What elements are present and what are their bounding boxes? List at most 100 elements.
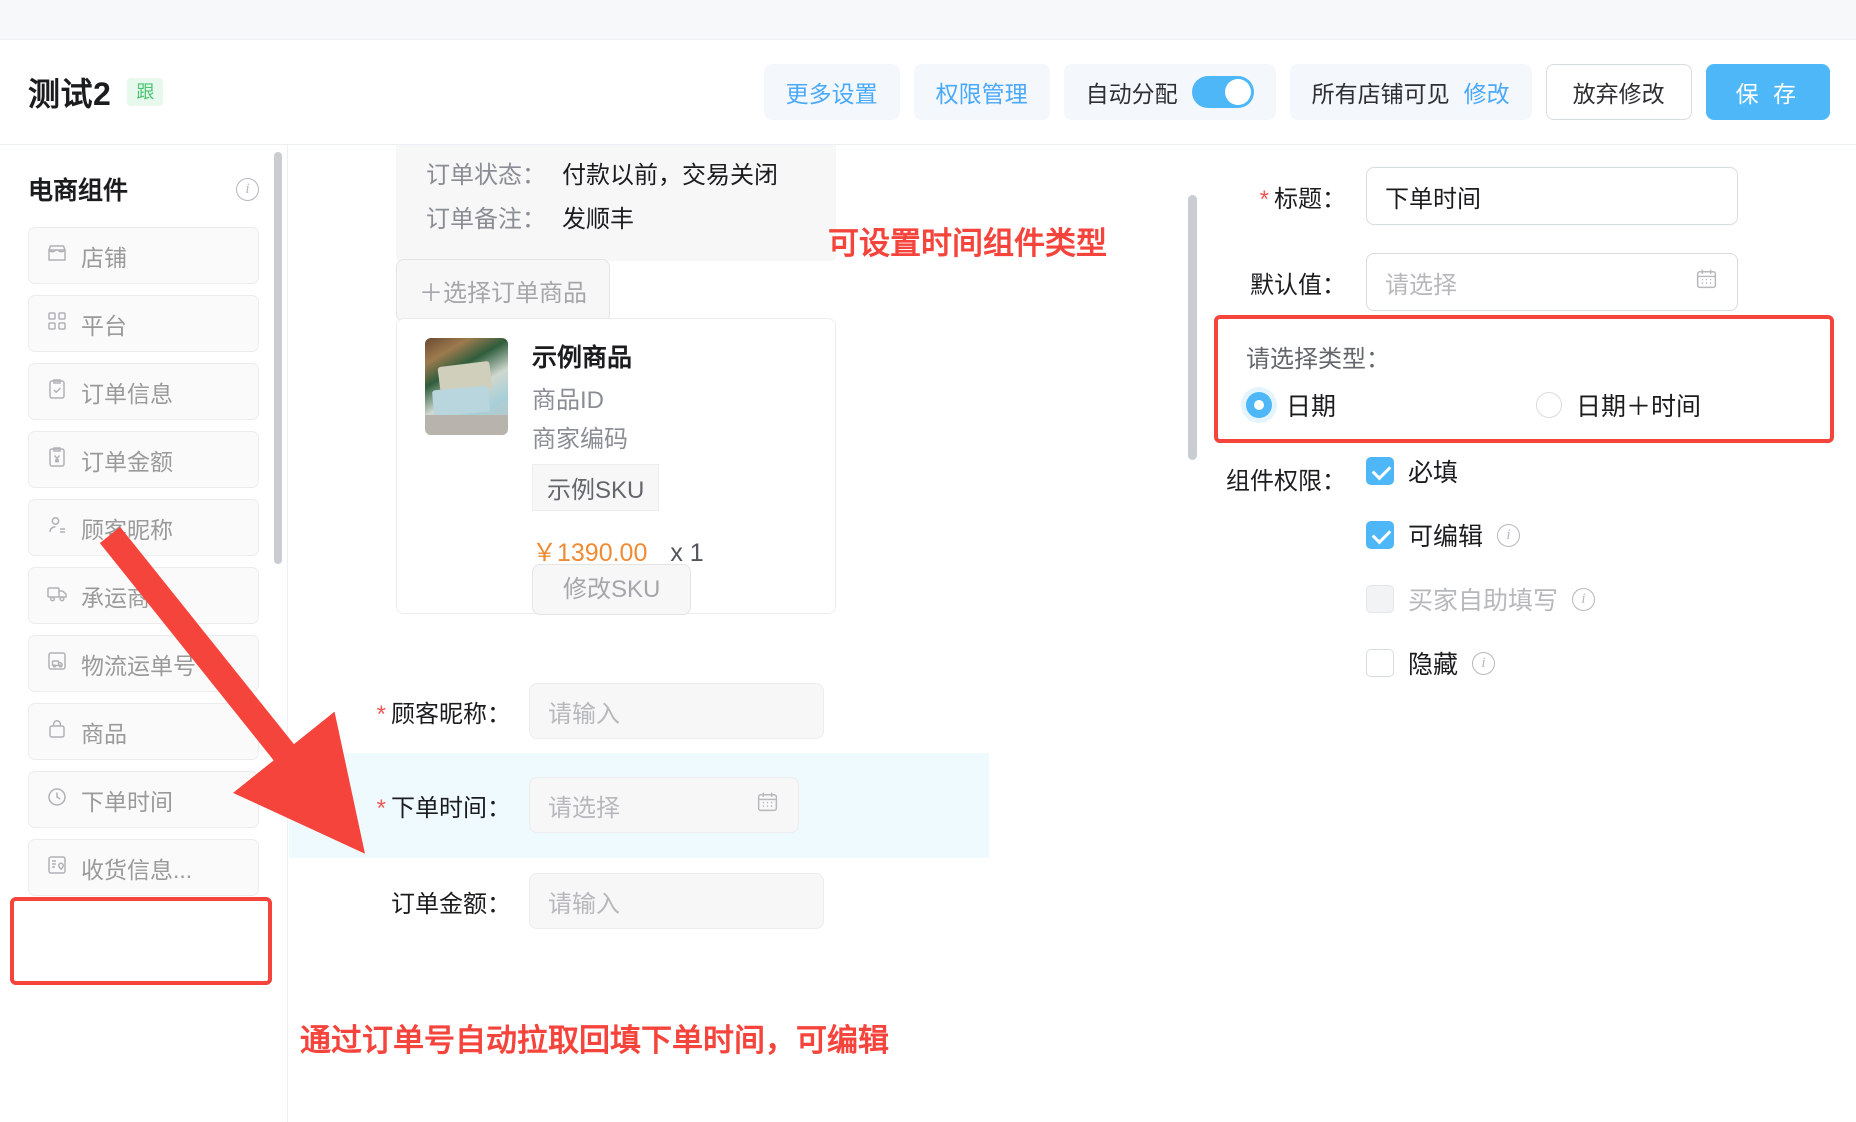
component-sidebar: 电商组件 i 店铺 平台 订单信息 订单金额 顾客昵称 承运商 物流运单号 商品… xyxy=(0,145,288,1122)
setting-row-title: * 标题： 下单时间 xyxy=(1198,167,1738,225)
field-label: * 下单时间： xyxy=(289,788,529,823)
merchant-code-label: 商家编码 xyxy=(532,426,628,453)
content-scrollbar[interactable] xyxy=(1188,195,1197,460)
thumb-shape-box-bottom xyxy=(431,385,491,417)
field-label-text: 订单金额： xyxy=(391,890,511,918)
permission-label-text: 隐藏 xyxy=(1408,651,1459,679)
order-meta-card: 订单状态： 付款以前，交易关闭 订单备注： 发顺丰 xyxy=(396,145,836,261)
sidebar-item-label: 承运商 xyxy=(81,584,150,611)
edit-sku-button[interactable]: 修改SKU xyxy=(532,564,692,615)
title-group: 测试2 跟 xyxy=(28,69,164,115)
app-header: 测试2 跟 更多设置 权限管理 自动分配 所有店铺可见 修改 放弃修改 保 存 xyxy=(0,40,1856,145)
auto-assign-control[interactable]: 自动分配 xyxy=(1063,64,1276,120)
required-marker: * xyxy=(376,794,386,822)
permission-manage-button[interactable]: 权限管理 xyxy=(913,64,1050,120)
default-value-input[interactable]: 请选择 xyxy=(1366,253,1738,311)
checkbox-checked[interactable] xyxy=(1366,457,1394,485)
permission-label-text: 买家自助填写 xyxy=(1408,587,1559,615)
field-label: 订单金额： xyxy=(289,884,529,919)
sidebar-item-label: 订单信息 xyxy=(81,380,173,407)
order-time-input[interactable]: 请选择 xyxy=(529,777,799,833)
product-quantity: x 1 xyxy=(670,539,704,567)
field-label: * 顾客昵称： xyxy=(289,694,529,729)
permission-label-text: 可编辑 xyxy=(1408,523,1484,551)
sidebar-item-shop[interactable]: 店铺 xyxy=(28,227,259,284)
product-id-label: 商品ID xyxy=(532,387,604,414)
title-input[interactable]: 下单时间 xyxy=(1366,167,1738,225)
sidebar-item-label: 平台 xyxy=(81,312,127,339)
title-field-label-text: 标题： xyxy=(1274,185,1346,213)
sidebar-item-label: 下单时间 xyxy=(81,788,173,815)
checkbox-disabled xyxy=(1366,585,1394,613)
sidebar-scrollbar[interactable] xyxy=(274,152,282,564)
select-order-goods-button[interactable]: ＋选择订单商品 xyxy=(396,259,610,322)
address-icon xyxy=(45,853,69,883)
auto-assign-toggle[interactable] xyxy=(1191,76,1254,108)
product-thumbnail xyxy=(425,338,508,435)
status-badge: 跟 xyxy=(127,77,164,107)
field-row-order-amount: 订单金额： 请输入 xyxy=(289,873,989,929)
meta-label: 订单状态： xyxy=(426,162,546,189)
sidebar-title: 电商组件 xyxy=(28,177,129,205)
sidebar-item-customer-nickname[interactable]: 顾客昵称 xyxy=(28,499,259,556)
visibility-edit-link[interactable]: 修改 xyxy=(1464,75,1510,109)
order-time-placeholder: 请选择 xyxy=(548,794,620,822)
required-marker: * xyxy=(1259,185,1269,213)
sidebar-item-platform[interactable]: 平台 xyxy=(28,295,259,352)
sidebar-item-product[interactable]: 商品 xyxy=(28,703,259,760)
default-value-placeholder: 请选择 xyxy=(1385,271,1457,299)
calendar-icon[interactable] xyxy=(755,789,780,821)
sidebar-item-label: 订单金额 xyxy=(81,448,173,475)
calendar-icon[interactable] xyxy=(1694,266,1719,298)
radio-option-date-time[interactable]: 日期＋时间 xyxy=(1536,387,1701,423)
field-row-customer-nickname: * 顾客昵称： 请输入 xyxy=(289,683,989,739)
sidebar-item-order-amount[interactable]: 订单金额 xyxy=(28,431,259,488)
field-label-text: 顾客昵称： xyxy=(391,700,511,728)
sidebar-item-tracking-number[interactable]: 物流运单号 xyxy=(28,635,259,692)
permission-required[interactable]: 必填 xyxy=(1366,453,1595,489)
permission-label: 组件权限： xyxy=(1226,468,1346,495)
radio-label: 日期＋时间 xyxy=(1576,393,1702,421)
radio-dot-selected xyxy=(1246,392,1272,418)
meta-label: 订单备注： xyxy=(426,206,546,233)
thumb-shape-floor xyxy=(425,415,508,435)
sidebar-item-order-info[interactable]: 订单信息 xyxy=(28,363,259,420)
info-icon[interactable]: i xyxy=(236,177,259,201)
customer-nickname-input[interactable]: 请输入 xyxy=(529,683,824,739)
permission-hidden[interactable]: 隐藏 i xyxy=(1366,645,1595,681)
title-field-label: * 标题： xyxy=(1198,179,1346,214)
checkbox-unchecked[interactable] xyxy=(1366,649,1394,677)
order-amount-input[interactable]: 请输入 xyxy=(529,873,824,929)
order-meta-row: 订单状态： 付款以前，交易关闭 xyxy=(426,155,836,190)
top-strip xyxy=(0,0,1856,40)
bag-icon xyxy=(45,717,69,747)
sidebar-item-order-time[interactable]: 下单时间 xyxy=(28,771,259,828)
info-icon[interactable]: i xyxy=(1472,651,1496,675)
goods-card: 示例商品 商品ID 商家编码 示例SKU ￥1390.00 x 1 修改SKU xyxy=(396,318,836,615)
field-row-order-time: * 下单时间： 请选择 xyxy=(289,777,989,833)
more-settings-button[interactable]: 更多设置 xyxy=(763,64,900,120)
sidebar-item-shipping-info[interactable]: 收货信息... xyxy=(28,839,259,896)
sidebar-item-carrier[interactable]: 承运商 xyxy=(28,567,259,624)
goods-info: 示例商品 商品ID 商家编码 示例SKU ￥1390.00 x 1 修改SKU xyxy=(532,338,704,615)
radio-option-date[interactable]: 日期 xyxy=(1246,387,1336,423)
visibility-control[interactable]: 所有店铺可见 修改 xyxy=(1289,64,1532,120)
checkbox-checked[interactable] xyxy=(1366,521,1394,549)
app-root: 测试2 跟 更多设置 权限管理 自动分配 所有店铺可见 修改 放弃修改 保 存 … xyxy=(0,0,1856,1122)
product-price: ￥1390.00 xyxy=(532,539,648,567)
field-label-text: 下单时间： xyxy=(391,794,511,822)
permission-checkbox-group: 必填 可编辑 i 买家自助填写 i 隐藏 i xyxy=(1366,453,1596,681)
save-button[interactable]: 保 存 xyxy=(1705,64,1830,120)
info-icon[interactable]: i xyxy=(1572,587,1596,611)
sidebar-item-label: 商品 xyxy=(81,720,127,747)
sidebar-item-label: 店铺 xyxy=(81,244,127,271)
type-selector-box: 请选择类型： 日期 日期＋时间 xyxy=(1214,315,1834,443)
permission-editable[interactable]: 可编辑 i xyxy=(1366,517,1595,553)
info-icon[interactable]: i xyxy=(1497,523,1521,547)
sidebar-item-label: 收货信息... xyxy=(81,856,193,883)
radio-dot xyxy=(1536,392,1563,418)
discard-button[interactable]: 放弃修改 xyxy=(1545,64,1692,120)
grid-icon xyxy=(45,309,69,339)
component-settings-panel: * 标题： 下单时间 默认值： 请选择 请选择类型： 日期 日期＋时间 组件权限… xyxy=(1198,145,1856,1122)
auto-assign-label: 自动分配 xyxy=(1085,81,1178,107)
